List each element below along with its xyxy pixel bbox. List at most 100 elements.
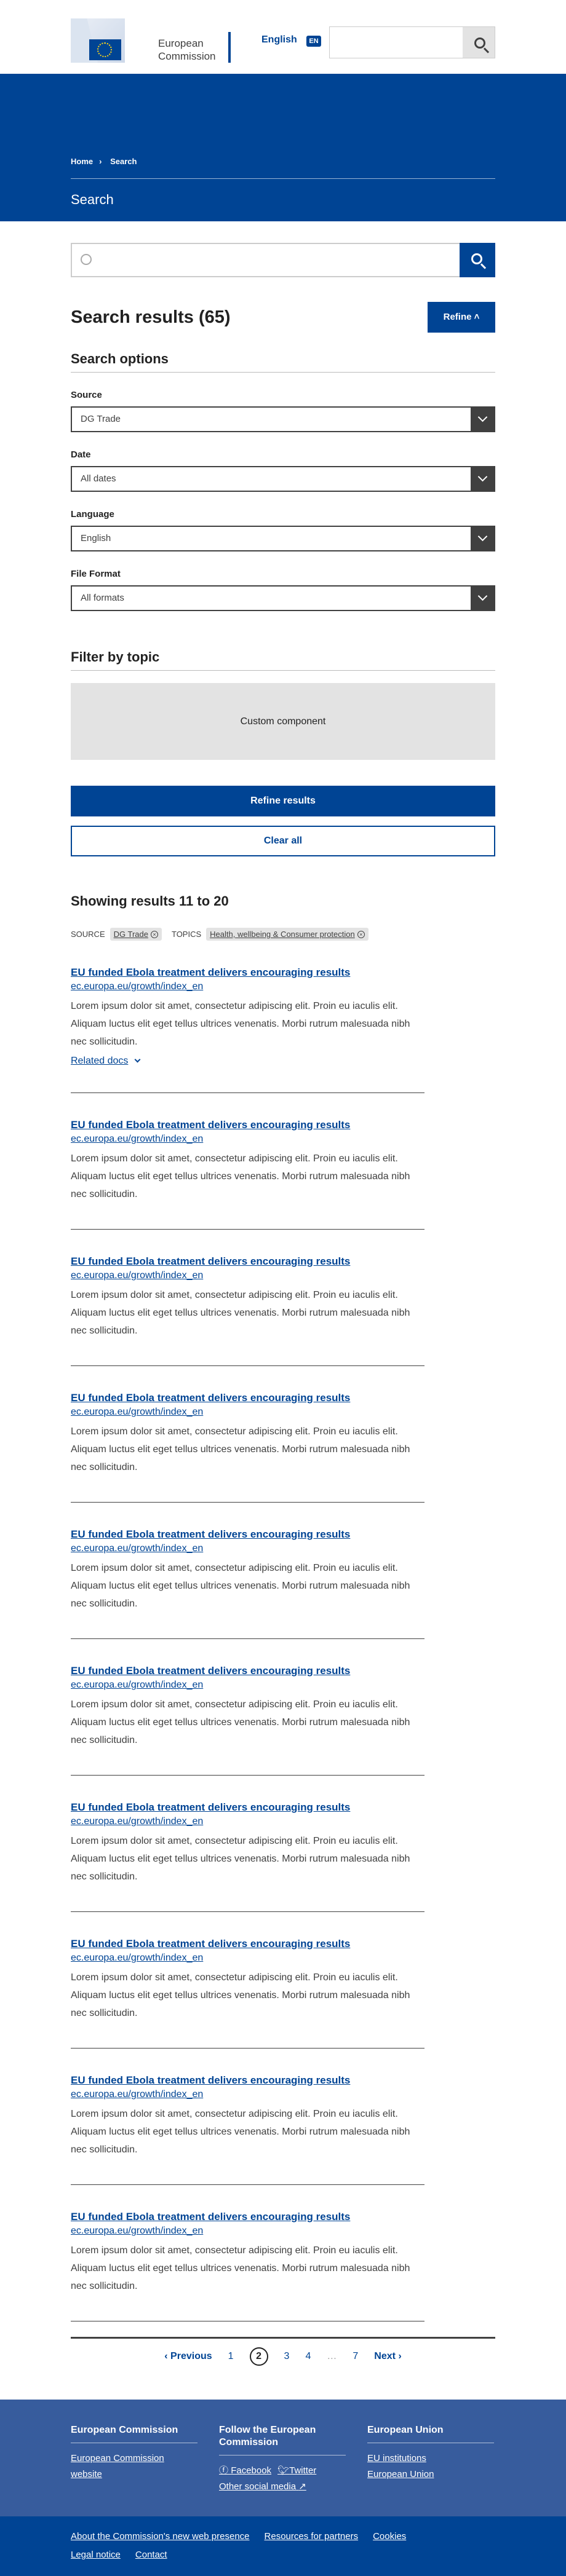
pagination-previous[interactable]: ‹ Previous xyxy=(164,2351,212,2362)
result-item: EU funded Ebola treatment delivers encou… xyxy=(71,1255,424,1366)
topics-filter-tag[interactable]: Health, wellbeing & Consumer protection × xyxy=(206,928,369,941)
header-search-button[interactable] xyxy=(463,27,495,58)
footer-link-commission-website[interactable]: European Commission website xyxy=(71,2451,197,2483)
footer-col-title: Follow the European Commission xyxy=(219,2425,316,2448)
close-icon[interactable]: × xyxy=(357,930,365,938)
chevron-down-icon xyxy=(471,585,495,611)
result-description: Lorem ipsum dolor sit amet, consectetur … xyxy=(71,1001,410,1047)
results-title: Search results (65) xyxy=(71,307,231,327)
search-options-title: Search options xyxy=(71,351,495,373)
twitter-icon: 🐦︎ xyxy=(277,2465,290,2476)
filter-date-select[interactable]: All dates xyxy=(71,466,495,492)
result-title-link[interactable]: EU funded Ebola treatment delivers encou… xyxy=(71,2211,424,2223)
page-header: Home › Search Search xyxy=(0,74,566,221)
result-url-link[interactable]: ec.europa.eu/growth/index_en xyxy=(71,2226,424,2237)
result-url-link[interactable]: ec.europa.eu/growth/index_en xyxy=(71,1407,424,1418)
result-description: Lorem ipsum dolor sit amet, consectetur … xyxy=(71,1563,410,1609)
filter-source-label: Source xyxy=(71,390,102,400)
result-url-link[interactable]: ec.europa.eu/growth/index_en xyxy=(71,981,424,992)
footer-link-twitter[interactable]: 🐦︎Twitter xyxy=(277,2463,316,2479)
active-filters: SOURCE DG Trade × TOPICS Health, wellbein… xyxy=(71,928,495,941)
result-title-link[interactable]: EU funded Ebola treatment delivers encou… xyxy=(71,1528,424,1541)
footer-link-resources[interactable]: Resources for partners xyxy=(265,2531,359,2542)
showing-results-label: Showing results 11 to 20 xyxy=(71,893,229,909)
footer-link-facebook[interactable]: ⓕ Facebook xyxy=(219,2463,271,2479)
result-item: EU funded Ebola treatment delivers encou… xyxy=(71,2074,424,2185)
result-url-link[interactable]: ec.europa.eu/growth/index_en xyxy=(71,1134,424,1145)
footer-link-legal[interactable]: Legal notice xyxy=(71,2550,121,2560)
result-description: Lorem ipsum dolor sit amet, consectetur … xyxy=(71,1836,410,1882)
topics-filter-label: TOPICS xyxy=(171,930,202,939)
pagination-next[interactable]: Next › xyxy=(374,2351,401,2362)
footer-col-eu: European Union EU institutions European … xyxy=(367,2424,494,2483)
refine-results-button[interactable]: Refine results xyxy=(71,786,495,816)
pagination-page-3[interactable]: 3 xyxy=(284,2351,290,2362)
ec-logo[interactable]: European Commission xyxy=(71,18,231,63)
result-url-link[interactable]: ec.europa.eu/growth/index_en xyxy=(71,1680,424,1691)
result-item: EU funded Ebola treatment delivers encou… xyxy=(71,2211,424,2321)
filter-language-label: Language xyxy=(71,509,114,520)
header-search-input[interactable] xyxy=(329,26,495,58)
footer-link-european-union[interactable]: European Union xyxy=(367,2467,494,2483)
filter-language-select[interactable]: English xyxy=(71,526,495,551)
result-url-link[interactable]: ec.europa.eu/growth/index_en xyxy=(71,1816,424,1827)
pagination-ellipsis: … xyxy=(327,2351,337,2361)
footer-col-commission: European Commission European Commission … xyxy=(71,2424,197,2483)
result-item: EU funded Ebola treatment delivers encou… xyxy=(71,1938,424,2049)
result-url-link[interactable]: ec.europa.eu/growth/index_en xyxy=(71,1953,424,1964)
footer-col-title: European Commission xyxy=(71,2425,178,2435)
result-url-link[interactable]: ec.europa.eu/growth/index_en xyxy=(71,2089,424,2100)
search-button[interactable] xyxy=(460,243,495,277)
pagination-page-1[interactable]: 1 xyxy=(228,2351,234,2362)
footer-col-follow: Follow the European Commission ⓕ Faceboo… xyxy=(219,2424,346,2495)
footer-link-about[interactable]: About the Commission's new web presence xyxy=(71,2531,250,2542)
footer-link-eu-institutions[interactable]: EU institutions xyxy=(367,2451,494,2467)
result-title-link[interactable]: EU funded Ebola treatment delivers encou… xyxy=(71,1665,424,1677)
source-filter-label: SOURCE xyxy=(71,930,105,939)
result-description: Lorem ipsum dolor sit amet, consectetur … xyxy=(71,1426,410,1472)
filter-by-topic-title: Filter by topic xyxy=(71,649,495,671)
language-code-badge[interactable]: EN xyxy=(306,36,321,47)
refine-toggle-button[interactable]: Refine ˄ xyxy=(428,302,495,333)
eu-flag-logo xyxy=(71,18,125,63)
result-item: EU funded Ebola treatment delivers encou… xyxy=(71,1119,424,1230)
source-filter-tag[interactable]: DG Trade × xyxy=(110,928,162,941)
filter-format-select[interactable]: All formats xyxy=(71,585,495,611)
pagination-current-page: 2 xyxy=(249,2347,268,2366)
close-icon[interactable]: × xyxy=(150,930,158,938)
footer-link-contact[interactable]: Contact xyxy=(135,2550,167,2560)
result-title-link[interactable]: EU funded Ebola treatment delivers encou… xyxy=(71,1255,424,1268)
chevron-down-icon xyxy=(134,1056,141,1063)
result-title-link[interactable]: EU funded Ebola treatment delivers encou… xyxy=(71,1119,424,1131)
breadcrumb-search[interactable]: Search xyxy=(110,157,137,166)
result-item: EU funded Ebola treatment delivers encou… xyxy=(71,1392,424,1503)
result-title-link[interactable]: EU funded Ebola treatment delivers encou… xyxy=(71,1392,424,1404)
search-icon xyxy=(471,253,482,264)
breadcrumb-home[interactable]: Home xyxy=(71,157,93,166)
result-title-link[interactable]: EU funded Ebola treatment delivers encou… xyxy=(71,2074,424,2087)
footer-link-cookies[interactable]: Cookies xyxy=(373,2531,406,2542)
pagination-page-4[interactable]: 4 xyxy=(305,2351,311,2362)
result-title-link[interactable]: EU funded Ebola treatment delivers encou… xyxy=(71,966,424,979)
language-selector[interactable]: English xyxy=(261,34,297,45)
page-title: Search xyxy=(71,192,114,207)
result-title-link[interactable]: EU funded Ebola treatment delivers encou… xyxy=(71,1938,424,1950)
filter-source-select[interactable]: DG Trade xyxy=(71,406,495,432)
site-header: European Commission English EN xyxy=(0,0,566,74)
external-link-icon: ↗ xyxy=(298,2481,306,2492)
result-description: Lorem ipsum dolor sit amet, consectetur … xyxy=(71,1699,410,1745)
footer-top: European Commission European Commission … xyxy=(0,2400,566,2516)
result-url-link[interactable]: ec.europa.eu/growth/index_en xyxy=(71,1543,424,1554)
logo-text: European Commission xyxy=(158,38,216,62)
clear-all-button[interactable]: Clear all xyxy=(71,826,495,856)
result-title-link[interactable]: EU funded Ebola treatment delivers encou… xyxy=(71,1801,424,1814)
footer-col-title: European Union xyxy=(367,2425,444,2435)
related-docs-toggle[interactable]: Related docs xyxy=(71,1056,141,1067)
pagination-page-7[interactable]: 7 xyxy=(353,2351,358,2362)
result-url-link[interactable]: ec.europa.eu/growth/index_en xyxy=(71,1270,424,1281)
facebook-icon: ⓕ xyxy=(219,2465,229,2476)
breadcrumb: Home › Search xyxy=(71,157,137,166)
search-input[interactable] xyxy=(71,243,495,277)
result-item: EU funded Ebola treatment delivers encou… xyxy=(71,1801,424,1912)
footer-link-other-social[interactable]: Other social media ↗ xyxy=(219,2479,346,2495)
